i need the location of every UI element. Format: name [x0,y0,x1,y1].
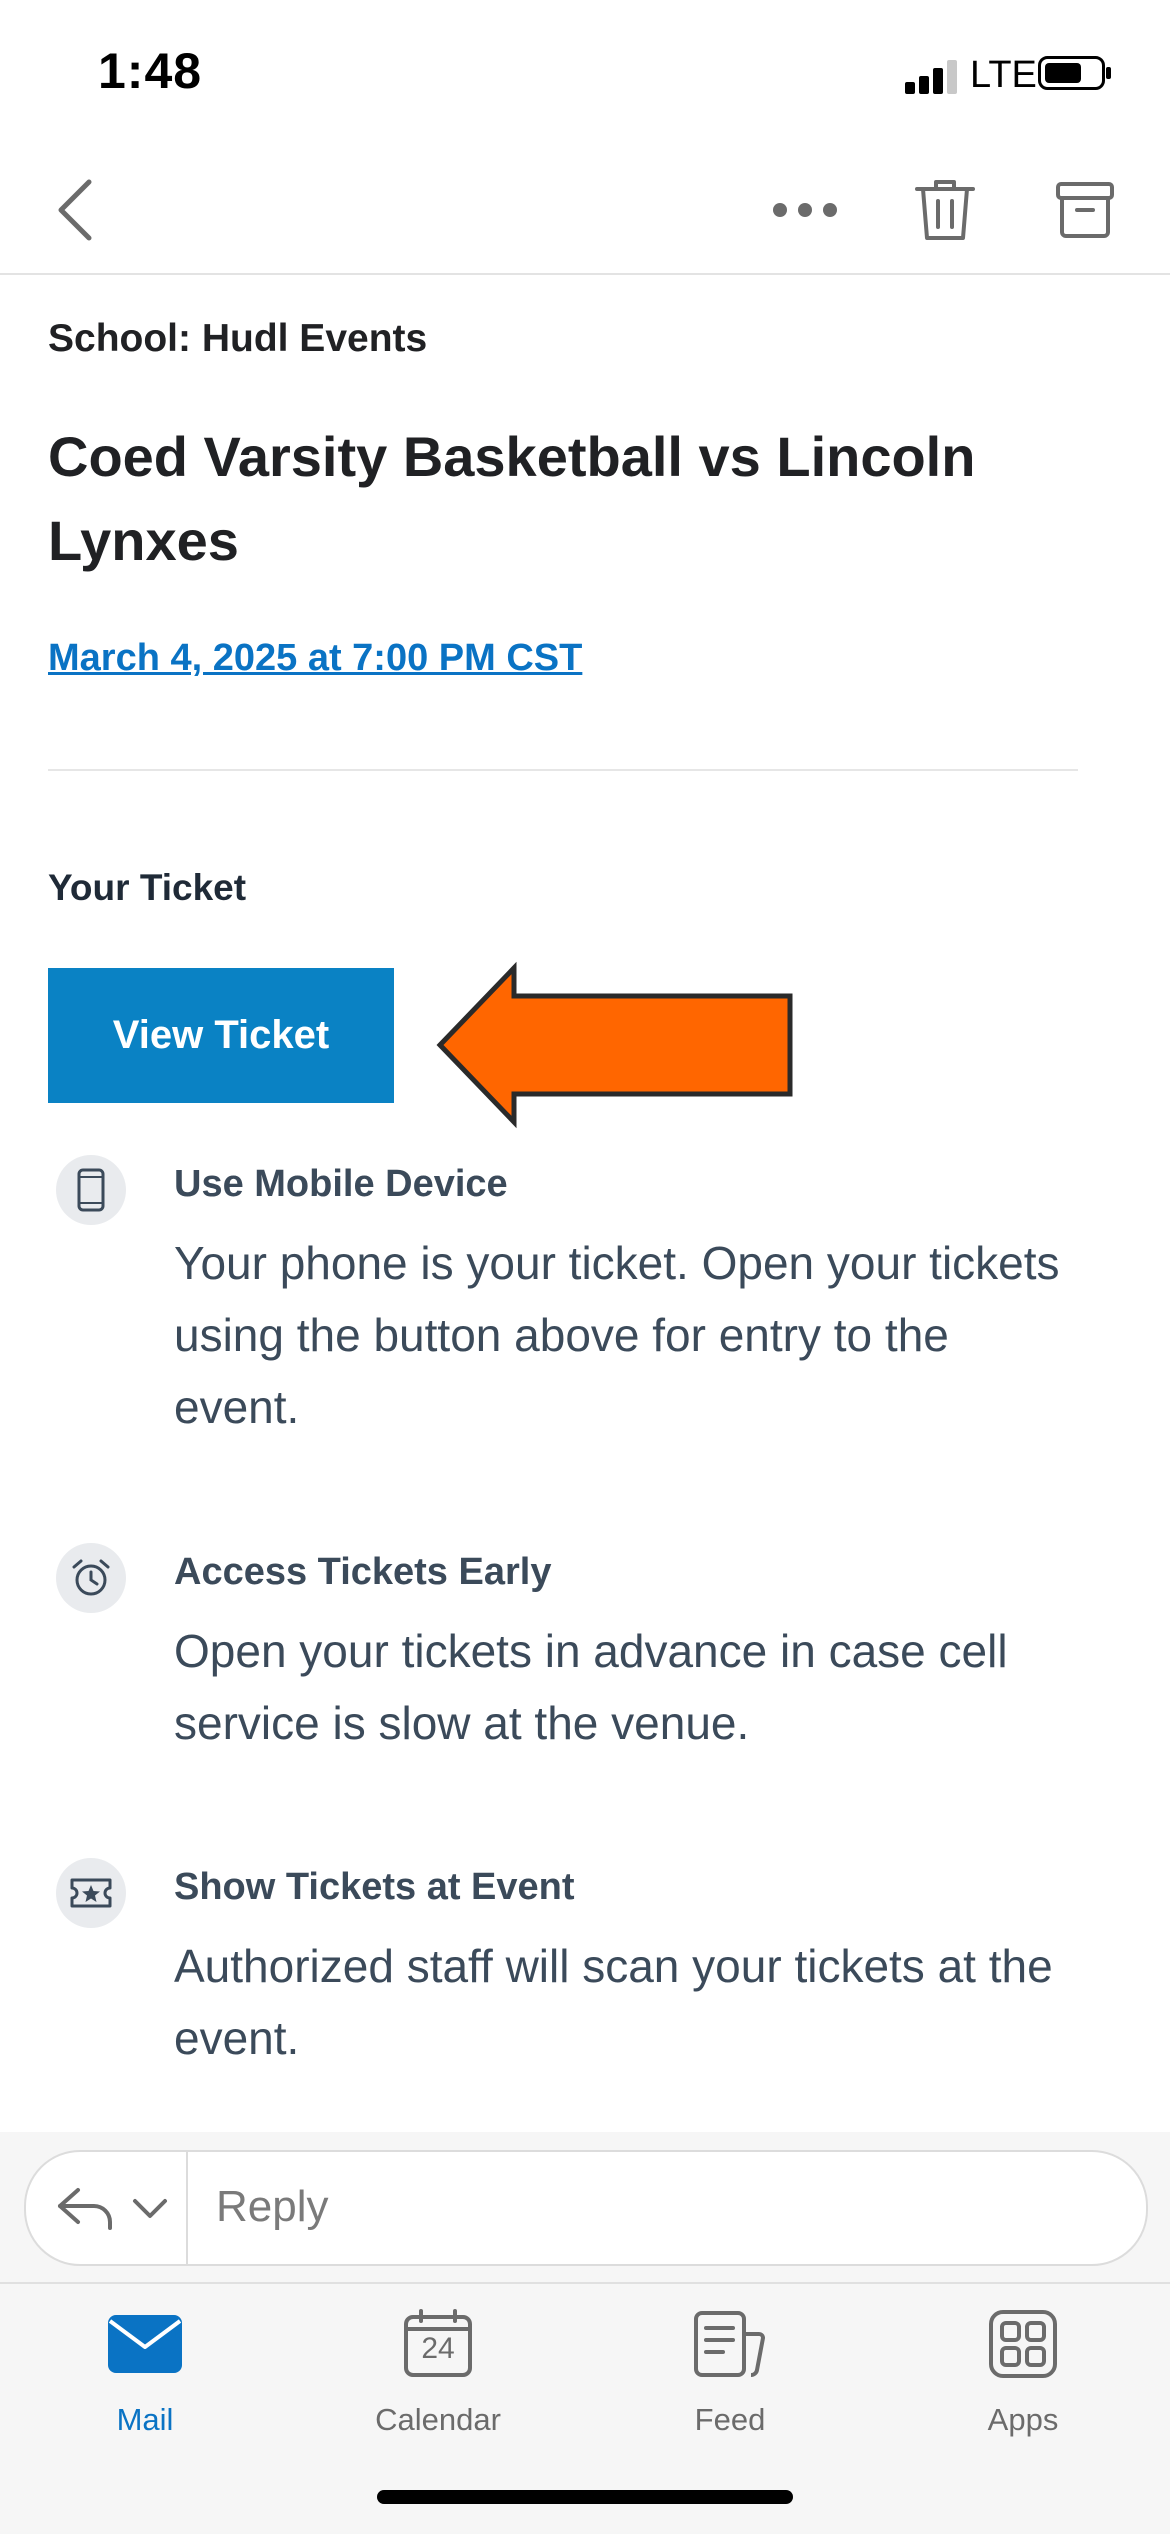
tab-label: Mail [116,2402,174,2437]
tab-label: Calendar [375,2402,501,2437]
reply-options-button[interactable] [26,2152,188,2264]
email-toolbar [0,140,1170,275]
info-item-show: Show Tickets at Event Authorized staff w… [48,1858,1078,2078]
alarm-clock-icon [56,1543,126,1613]
tab-calendar[interactable]: 24 Calendar [338,2304,538,2454]
reply-placeholder: Reply [216,2182,329,2231]
info-heading: Use Mobile Device [174,1163,508,1205]
info-item-early: Access Tickets Early Open your tickets i… [48,1543,1078,1763]
tab-label: Apps [987,2402,1059,2437]
tab-label: Feed [694,2402,766,2437]
apps-grid-icon [983,2304,1063,2384]
reply-bar: Reply [0,2132,1170,2282]
archive-icon[interactable] [1045,170,1125,250]
calendar-icon: 24 [398,2304,478,2384]
feed-icon [690,2304,770,2384]
info-body: Open your tickets in advance in case cel… [174,1625,1008,1749]
reply-input[interactable]: Reply [24,2150,1148,2266]
chevron-down-icon [133,2199,167,2218]
status-time: 1:48 [98,43,203,99]
signal-strength-icon [905,60,961,94]
trash-icon[interactable] [905,170,985,250]
calendar-day: 24 [421,2332,455,2365]
status-bar: 1:48 LTE [0,0,1170,140]
tab-feed[interactable]: Feed [630,2304,830,2454]
info-heading: Show Tickets at Event [174,1866,575,1908]
home-indicator[interactable] [377,2490,793,2504]
view-ticket-button[interactable]: View Ticket [48,968,394,1103]
mail-icon [105,2304,185,2384]
divider [48,769,1078,771]
tab-apps[interactable]: Apps [923,2304,1123,2454]
more-options-icon[interactable] [765,180,845,240]
tab-mail[interactable]: Mail [45,2304,245,2454]
info-body: Your phone is your ticket. Open your tic… [174,1237,1060,1433]
reply-arrow-icon [58,2188,112,2230]
info-body: Authorized staff will scan your tickets … [174,1940,1053,2064]
mobile-device-icon [56,1155,126,1225]
info-item-mobile: Use Mobile Device Your phone is your tic… [48,1155,1078,1455]
your-ticket-heading: Your Ticket [48,867,247,908]
back-icon[interactable] [40,170,110,250]
orange-arrow-annotation [436,961,793,1129]
info-heading: Access Tickets Early [174,1551,552,1593]
school-label: School: Hudl Events [48,317,428,360]
event-date-link[interactable]: March 4, 2025 at 7:00 PM CST [48,637,582,680]
event-title: Coed Varsity Basketball vs Lincoln Lynxe… [48,425,976,572]
battery-icon [1038,56,1111,90]
network-type: LTE [970,54,1037,96]
ticket-star-icon [56,1858,126,1928]
